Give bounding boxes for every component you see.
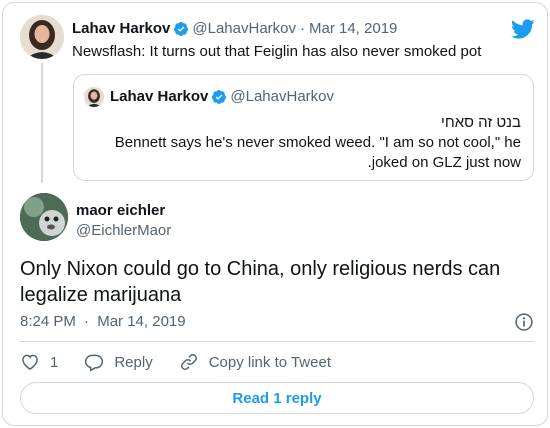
tweet-timestamp[interactable]: 8:24 PM · Mar 14, 2019 xyxy=(20,313,186,330)
parent-author-handle[interactable]: @LahavHarkov xyxy=(192,20,296,37)
like-count: 1 xyxy=(50,353,59,371)
tweet-actions: 1 Reply Copy link to Tweet xyxy=(20,351,357,373)
parent-author-name[interactable]: Lahav Harkov xyxy=(72,20,170,37)
heart-icon xyxy=(22,354,38,370)
header-separator: · xyxy=(300,20,305,37)
like-button[interactable]: 1 xyxy=(20,352,58,372)
twitter-bird-icon[interactable] xyxy=(511,17,535,41)
info-icon[interactable] xyxy=(514,312,534,332)
verified-badge-icon xyxy=(174,21,189,36)
copy-link-button[interactable]: Copy link to Tweet xyxy=(179,352,331,372)
quoted-author-handle: @LahavHarkov xyxy=(230,88,334,105)
reply-label: Reply xyxy=(114,353,153,371)
main-avatar[interactable] xyxy=(20,193,68,241)
timestamp-separator: · xyxy=(84,313,90,330)
parent-avatar[interactable] xyxy=(20,15,64,59)
reply-icon xyxy=(85,354,104,372)
quoted-tweet-text-line: Bennett says he's never smoked weed. "I … xyxy=(114,134,521,151)
tweet-time[interactable]: 8:24 PM xyxy=(20,313,76,330)
link-icon xyxy=(180,354,197,370)
quoted-tweet-text-line: .joked on GLZ just now xyxy=(367,154,521,171)
embedded-tweet-card: Lahav Harkov @LahavHarkov · Mar 14, 2019… xyxy=(2,2,548,426)
verified-badge-icon xyxy=(212,89,227,104)
main-tweet-text: Only Nixon could go to China, only relig… xyxy=(20,258,501,306)
read-replies-button[interactable]: Read 1 reply xyxy=(20,382,534,414)
tweet-date[interactable]: Mar 14, 2019 xyxy=(97,313,185,330)
actions-divider xyxy=(20,341,534,342)
main-author-handle[interactable]: @EichlerMaor xyxy=(76,222,171,239)
copy-link-label: Copy link to Tweet xyxy=(208,353,331,371)
reply-button[interactable]: Reply xyxy=(84,352,153,372)
parent-tweet-date[interactable]: Mar 14, 2019 xyxy=(309,20,397,37)
quoted-avatar xyxy=(84,87,104,107)
quoted-tweet-header: Lahav Harkov @LahavHarkov xyxy=(110,88,334,105)
thread-connector-line xyxy=(41,63,43,183)
parent-tweet-header: Lahav Harkov @LahavHarkov · Mar 14, 2019 xyxy=(72,20,397,37)
quoted-tweet[interactable]: Lahav Harkov @LahavHarkov בנט זה סאחי Be… xyxy=(73,74,534,181)
quoted-tweet-text-line: בנט זה סאחי xyxy=(440,114,521,131)
main-author-name[interactable]: maor eichler xyxy=(76,202,165,219)
parent-tweet-text: Newsflash: It turns out that Feiglin has… xyxy=(72,43,482,60)
quoted-author-name: Lahav Harkov xyxy=(110,88,209,105)
